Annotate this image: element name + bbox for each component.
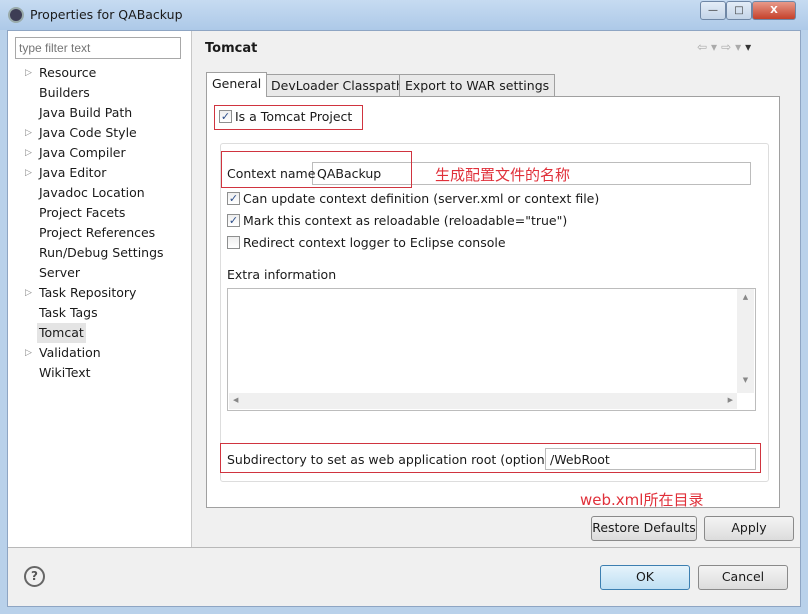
subdir-input[interactable]: /WebRoot: [545, 448, 756, 470]
tab-devloader-classpath[interactable]: DevLoader Classpath: [265, 74, 410, 97]
annotation-context: 生成配置文件的名称: [435, 166, 571, 184]
context-name-label: Context name: [227, 166, 316, 181]
divider: [8, 547, 800, 548]
subdir-label: Subdirectory to set as web application r…: [227, 452, 561, 467]
horizontal-scrollbar[interactable]: ◀ ▶: [229, 393, 737, 409]
sidebar-item[interactable]: Java Code Style: [39, 123, 137, 143]
expand-arrow-icon[interactable]: ▷: [25, 283, 32, 303]
expand-arrow-icon[interactable]: ▷: [25, 123, 32, 143]
sidebar-item[interactable]: Task Repository: [39, 283, 136, 303]
filter-input[interactable]: [15, 37, 181, 59]
redirect-logger-label: Redirect context logger to Eclipse conso…: [243, 235, 506, 250]
minimize-button[interactable]: —: [700, 1, 726, 20]
restore-defaults-button[interactable]: Restore Defaults: [591, 516, 697, 541]
menu-dropdown-icon[interactable]: ▾: [745, 40, 755, 54]
can-update-context-label: Can update context definition (server.xm…: [243, 191, 600, 206]
back-arrow-icon[interactable]: ⇦▾: [697, 40, 721, 54]
is-tomcat-project-label: Is a Tomcat Project: [235, 109, 353, 124]
sidebar-item[interactable]: Task Tags: [39, 303, 98, 323]
reloadable-checkbox[interactable]: ✓: [227, 214, 240, 227]
expand-arrow-icon[interactable]: ▷: [25, 63, 32, 83]
expand-arrow-icon[interactable]: ▷: [25, 143, 32, 163]
ok-button[interactable]: OK: [600, 565, 690, 590]
sidebar-item[interactable]: Resource: [39, 63, 96, 83]
tab-export-war[interactable]: Export to WAR settings: [399, 74, 556, 97]
page-title: Tomcat: [205, 41, 258, 56]
is-tomcat-project-checkbox[interactable]: ✓: [219, 110, 232, 123]
tab-general[interactable]: General: [206, 72, 268, 97]
sidebar-item[interactable]: Java Editor: [39, 163, 106, 183]
vertical-scrollbar[interactable]: ▲ ▼: [737, 289, 754, 393]
eclipse-app-icon: [8, 7, 24, 23]
sidebar-item[interactable]: Tomcat: [37, 323, 86, 343]
redirect-logger-checkbox[interactable]: [227, 236, 240, 249]
window-title: Properties for QABackup: [30, 7, 183, 22]
sidebar-item[interactable]: Java Compiler: [39, 143, 126, 163]
forward-arrow-icon[interactable]: ⇨▾: [721, 40, 745, 54]
expand-arrow-icon[interactable]: ▷: [25, 163, 32, 183]
apply-button[interactable]: Apply: [704, 516, 794, 541]
nav-icons: ⇦▾⇨▾▾: [697, 40, 755, 54]
sidebar-item[interactable]: Project Facets: [39, 203, 125, 223]
sidebar-item[interactable]: Project References: [39, 223, 155, 243]
help-icon[interactable]: ?: [24, 566, 45, 587]
close-button[interactable]: X: [752, 1, 796, 20]
reloadable-label: Mark this context as reloadable (reloada…: [243, 213, 568, 228]
annotation-subdir: web.xml所在目录: [580, 491, 704, 509]
expand-arrow-icon[interactable]: ▷: [25, 343, 32, 363]
maximize-button[interactable]: □: [726, 1, 752, 20]
sidebar-item[interactable]: Java Build Path: [39, 103, 132, 123]
extra-info-label: Extra information: [227, 267, 337, 282]
sidebar-item[interactable]: Validation: [39, 343, 101, 363]
can-update-context-checkbox[interactable]: ✓: [227, 192, 240, 205]
sidebar-item[interactable]: Builders: [39, 83, 90, 103]
cancel-button[interactable]: Cancel: [698, 565, 788, 590]
sidebar-item[interactable]: Server: [39, 263, 80, 283]
sidebar-item[interactable]: Run/Debug Settings: [39, 243, 164, 263]
sidebar-item[interactable]: Javadoc Location: [39, 183, 145, 203]
sidebar-item[interactable]: WikiText: [39, 363, 91, 383]
